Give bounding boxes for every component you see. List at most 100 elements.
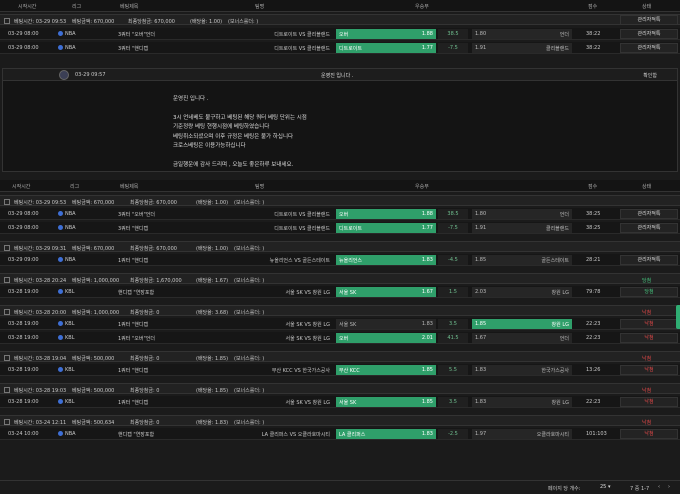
select-checkbox[interactable] — [4, 387, 10, 393]
pick-left[interactable]: 오버 1.88 — [336, 209, 436, 219]
pick-right[interactable]: 2.03 창원 LG — [472, 287, 572, 297]
league-icon — [58, 211, 63, 216]
pick-left[interactable]: 디트로이트 1.77 — [336, 43, 436, 53]
bet-title: 1쿼터 "핸디캡 — [118, 368, 149, 374]
pick-right[interactable]: 1.83 창원 LG — [472, 397, 572, 407]
scroll-handle[interactable] — [676, 305, 680, 329]
pick-left[interactable]: 서울 SK 1.83 — [336, 319, 436, 329]
col-status: 상태 — [642, 4, 652, 10]
select-checkbox[interactable] — [4, 245, 10, 251]
bet-title: 3쿼터 "핸디캡 — [118, 46, 149, 52]
pick-right[interactable]: 1.85 창원 LG — [472, 319, 572, 329]
col-league: 리그 — [70, 184, 80, 190]
notice-body: 운영진 입니다 . 3시 언네베도 불구하고 베팅된 해당 쿼터 베팅 단위는 시… — [173, 95, 307, 170]
prev-page-icon[interactable]: ‹ — [658, 484, 660, 490]
col-score: 점수 — [588, 4, 598, 10]
score: 38:25 — [586, 225, 601, 231]
select-checkbox[interactable] — [4, 309, 10, 315]
teams: 디트로이트 VS 클리블랜드 — [274, 212, 330, 218]
bet-group-header: 베팅시간: 03-28 20:24 베팅금액: 1,000,000 최종당첨금:… — [0, 273, 680, 284]
line-value: 5.5 — [438, 365, 468, 375]
status-badge: 낙첨 — [642, 420, 652, 426]
teams: 뉴올리언스 VS 골든스테이트 — [269, 258, 330, 264]
bet-group-header: 베팅시간: 03-29 09:53 베팅금액: 670,000 최종당첨금: 6… — [0, 195, 680, 206]
table-row: 03-28 19:00 KBL 1쿼터 "핸디캡 부산 KCC VS 한국가스공… — [0, 364, 680, 376]
pick-left[interactable]: LA 클리퍼스 1.83 — [336, 429, 436, 439]
table-row: 03-29 09:00 NBA 1쿼터 "핸디캡 뉴올리언스 VS 골든스테이트… — [0, 254, 680, 266]
game-date: 03-29 08:00 — [8, 225, 39, 231]
line-value: -7.5 — [438, 223, 468, 233]
col-wdl: 우승부 — [415, 184, 429, 190]
pagination-footer: 페이지 당 개수: 25 ▾ 7 중 1-7 ‹ › — [0, 480, 680, 494]
game-date: 03-28 19:00 — [8, 367, 39, 373]
score: 38:22 — [586, 45, 601, 51]
next-page-icon[interactable]: › — [668, 484, 670, 490]
pick-right[interactable]: 1.83 한국가스공사 — [472, 365, 572, 375]
notice-line: 운영진 입니다 . — [173, 96, 209, 102]
col-teams: 팀명 — [255, 4, 265, 10]
teams: 서울 SK VS 창원 LG — [285, 400, 330, 406]
pick-left[interactable]: 오버 2.01 — [336, 333, 436, 343]
pick-right[interactable]: 1.91 클리블랜드 — [472, 43, 572, 53]
status-badge: 당첨 — [642, 278, 652, 284]
table-row: 03-29 08:00 NBA 3쿼터 "오버"언더 디트로이트 VS 클리블랜… — [0, 208, 680, 220]
pick-left[interactable]: 부산 KCC 1.85 — [336, 365, 436, 375]
table-row: 03-24 10:00 NBA 핸디캡 "연장포함 LA 클리퍼스 VS 오클라… — [0, 428, 680, 440]
pick-right[interactable]: 1.91 클리블랜드 — [472, 223, 572, 233]
confirm-button[interactable]: 확인함 — [643, 72, 657, 79]
select-checkbox[interactable] — [4, 419, 10, 425]
league-cell: NBA — [58, 31, 76, 37]
teams: 디트로이트 VS 클리블랜드 — [274, 32, 330, 38]
pick-left[interactable]: 뉴올리언스 1.83 — [336, 255, 436, 265]
league-cell: NBA — [58, 257, 76, 263]
score: 13:26 — [586, 367, 601, 373]
score: 28:21 — [586, 257, 601, 263]
teams: 디트로이트 VS 클리블랜드 — [274, 46, 330, 52]
bet-title: 1쿼터 "오버"언더 — [118, 336, 155, 342]
pick-right[interactable]: 1.97 오클라호마시티 — [472, 429, 572, 439]
table-row: 03-29 08:00 NBA 3쿼터 "핸디캡 디트로이트 VS 클리블랜드 … — [0, 222, 680, 234]
per-page-select[interactable]: 25 ▾ — [600, 484, 610, 490]
pick-left[interactable]: 오버 1.88 — [336, 29, 436, 39]
pick-left[interactable]: 서울 SK 1.67 — [336, 287, 436, 297]
bet-group-header: 베팅시간: 03-24 12:11 베팅금액: 500,634 최종당첨금: 0… — [0, 415, 680, 426]
pick-right[interactable]: 1.85 골든스테이트 — [472, 255, 572, 265]
notice-date: 03-29 09:57 — [75, 72, 106, 78]
bet-group-header: 베팅시간: 03-28 19:03 베팅금액: 500,000 최종당첨금: 0… — [0, 383, 680, 394]
pick-right[interactable]: 1.67 언더 — [472, 333, 572, 343]
table-row: 03-28 19:00 KBL 핸디캡 "연장포함 서울 SK VS 창원 LG… — [0, 286, 680, 298]
bet-group-header: 베팅시간: 03-28 20:00 베팅금액: 1,000,000 최종당첨금:… — [0, 305, 680, 316]
line-value: 38.5 — [438, 29, 468, 39]
col-league: 리그 — [72, 4, 82, 10]
select-checkbox[interactable] — [4, 277, 10, 283]
notice-line: 3시 언네베도 불구하고 베팅된 해당 쿼터 베팅 단위는 시점 — [173, 114, 307, 121]
score: 22:23 — [586, 399, 601, 405]
table-row: 03-28 19:00 KBL 1쿼터 "오버"언더 서울 SK VS 창원 L… — [0, 332, 680, 344]
notice-title: 운영진 입니다 . — [321, 73, 354, 79]
status-badge: 낙첨 — [620, 319, 678, 329]
teams: 서울 SK VS 창원 LG — [285, 322, 330, 328]
col-bet-title: 베팅제목 — [120, 4, 139, 10]
pick-left[interactable]: 디트로이트 1.77 — [336, 223, 436, 233]
select-checkbox[interactable] — [4, 18, 10, 24]
league-icon — [58, 31, 63, 36]
league-cell: NBA — [58, 45, 76, 51]
line-value: 41.5 — [438, 333, 468, 343]
bet-group-header: 베팅시간: 03-28 19:04 베팅금액: 500,000 최종당첨금: 0… — [0, 351, 680, 362]
pick-right[interactable]: 1.80 언더 — [472, 29, 572, 39]
league-icon — [58, 257, 63, 262]
pick-left[interactable]: 서울 SK 1.85 — [336, 397, 436, 407]
select-checkbox[interactable] — [4, 199, 10, 205]
pick-right[interactable]: 1.80 언더 — [472, 209, 572, 219]
league-icon — [58, 321, 63, 326]
notice-header: 03-29 09:57 운영진 입니다 . 확인함 — [3, 69, 677, 81]
select-checkbox[interactable] — [4, 355, 10, 361]
notice-panel: 03-29 09:57 운영진 입니다 . 확인함 운영진 입니다 . 3시 언네… — [2, 68, 678, 172]
teams: LA 클리퍼스 VS 오클라호마시티 — [261, 432, 330, 438]
game-date: 03-24 10:00 — [8, 431, 39, 437]
league-icon — [58, 335, 63, 340]
league-icon — [58, 431, 63, 436]
score: 38:25 — [586, 211, 601, 217]
league-cell: NBA — [58, 211, 76, 217]
line-value: 38.5 — [438, 209, 468, 219]
